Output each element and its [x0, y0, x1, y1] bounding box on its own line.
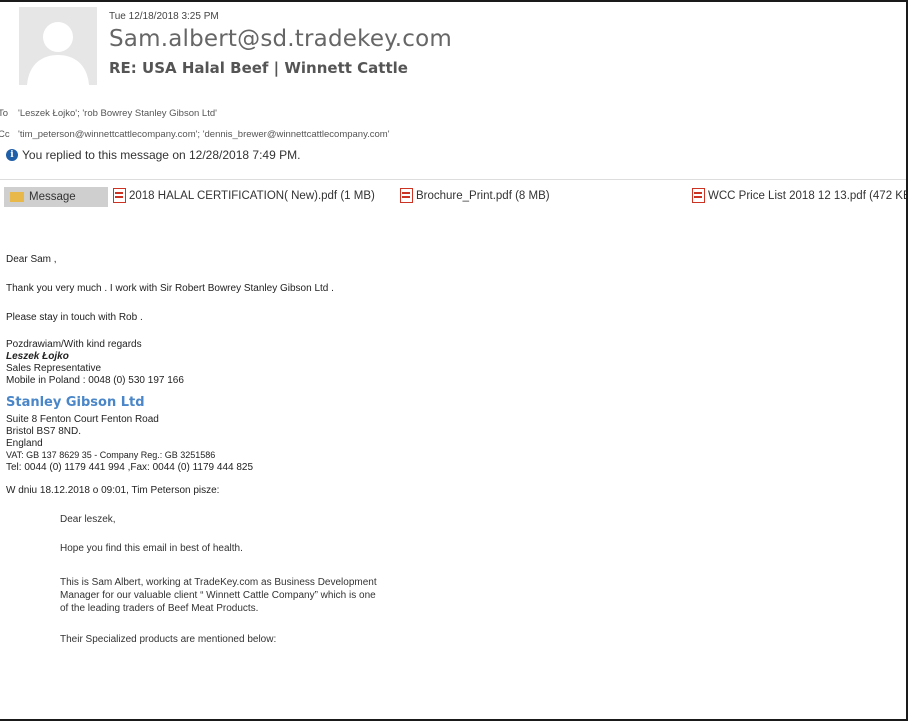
pdf-icon	[400, 188, 413, 203]
attachment-item[interactable]: WCC Price List 2018 12 13.pdf (472 KB)	[692, 188, 908, 203]
pdf-icon	[692, 188, 705, 203]
body-greeting: Dear Sam ,	[6, 254, 57, 265]
attachment-name: WCC Price List 2018 12 13.pdf (472 KB)	[708, 189, 908, 202]
signature-tel: Tel: 0044 (0) 1179 441 994 ,Fax: 0044 (0…	[6, 462, 254, 473]
attachment-item[interactable]: Brochure_Print.pdf (8 MB)	[400, 188, 550, 203]
email-reading-pane: Tue 12/18/2018 3:25 PM Sam.albert@sd.tra…	[0, 0, 908, 721]
attachment-item[interactable]: 2018 HALAL CERTIFICATION( New).pdf (1 MB…	[113, 188, 375, 203]
attachment-name: Brochure_Print.pdf (8 MB)	[416, 189, 550, 202]
quote-header: W dniu 18.12.2018 o 09:01, Tim Peterson …	[6, 485, 220, 496]
pdf-icon	[113, 188, 126, 203]
signature-address: Bristol BS7 8ND.	[6, 426, 82, 437]
attachment-name: 2018 HALAL CERTIFICATION( New).pdf (1 MB…	[129, 189, 375, 202]
body-line: Please stay in touch with Rob .	[6, 312, 143, 323]
message-tab-label: Message	[29, 191, 76, 203]
signature-vat: VAT: GB 137 8629 35 - Company Reg.: GB 3…	[6, 450, 216, 460]
signature-company: Stanley Gibson Ltd	[6, 395, 145, 410]
sender-address[interactable]: Sam.albert@sd.tradekey.com	[109, 26, 452, 52]
quoted-line: Hope you find this email in best of heal…	[60, 543, 243, 554]
info-icon: i	[6, 149, 18, 161]
quoted-line: This is Sam Albert, working at TradeKey.…	[60, 577, 377, 588]
sender-avatar	[19, 7, 97, 85]
signature-address: England	[6, 438, 43, 449]
envelope-icon	[10, 192, 24, 202]
cc-label: Cc	[0, 129, 10, 140]
message-tab[interactable]: Message	[4, 187, 108, 207]
signature-address: Suite 8 Fenton Court Fenton Road	[6, 414, 159, 425]
signature-mobile: Mobile in Poland : 0048 (0) 530 197 166	[6, 375, 184, 386]
body-line: Thank you very much . I work with Sir Ro…	[6, 283, 334, 294]
person-silhouette-icon	[19, 7, 97, 85]
sent-date: Tue 12/18/2018 3:25 PM	[109, 11, 219, 22]
quoted-line: Dear leszek,	[60, 514, 116, 525]
quoted-line: Their Specialized products are mentioned…	[60, 634, 277, 645]
signature-name: Leszek Łojko	[6, 351, 69, 362]
signature-role: Sales Representative	[6, 363, 102, 374]
cc-recipients[interactable]: 'tim_peterson@winnettcattlecompany.com';…	[18, 129, 390, 140]
to-label: To	[0, 108, 9, 119]
attachment-bar: Message 2018 HALAL CERTIFICATION( New).p…	[0, 179, 906, 214]
replied-info-text: You replied to this message on 12/28/201…	[22, 148, 301, 162]
replied-infobar[interactable]: i You replied to this message on 12/28/2…	[6, 148, 300, 162]
signature-regards: Pozdrawiam/With kind regards	[6, 339, 142, 350]
message-header: Tue 12/18/2018 3:25 PM Sam.albert@sd.tra…	[0, 2, 906, 182]
to-recipients[interactable]: 'Leszek Łojko'; 'rob Bowrey Stanley Gibs…	[18, 108, 217, 119]
message-subject: RE: USA Halal Beef | Winnett Cattle	[109, 59, 408, 77]
quoted-line: of the leading traders of Beef Meat Prod…	[60, 603, 259, 614]
quoted-line: Manager for our valuable client “ Winnet…	[60, 590, 376, 601]
